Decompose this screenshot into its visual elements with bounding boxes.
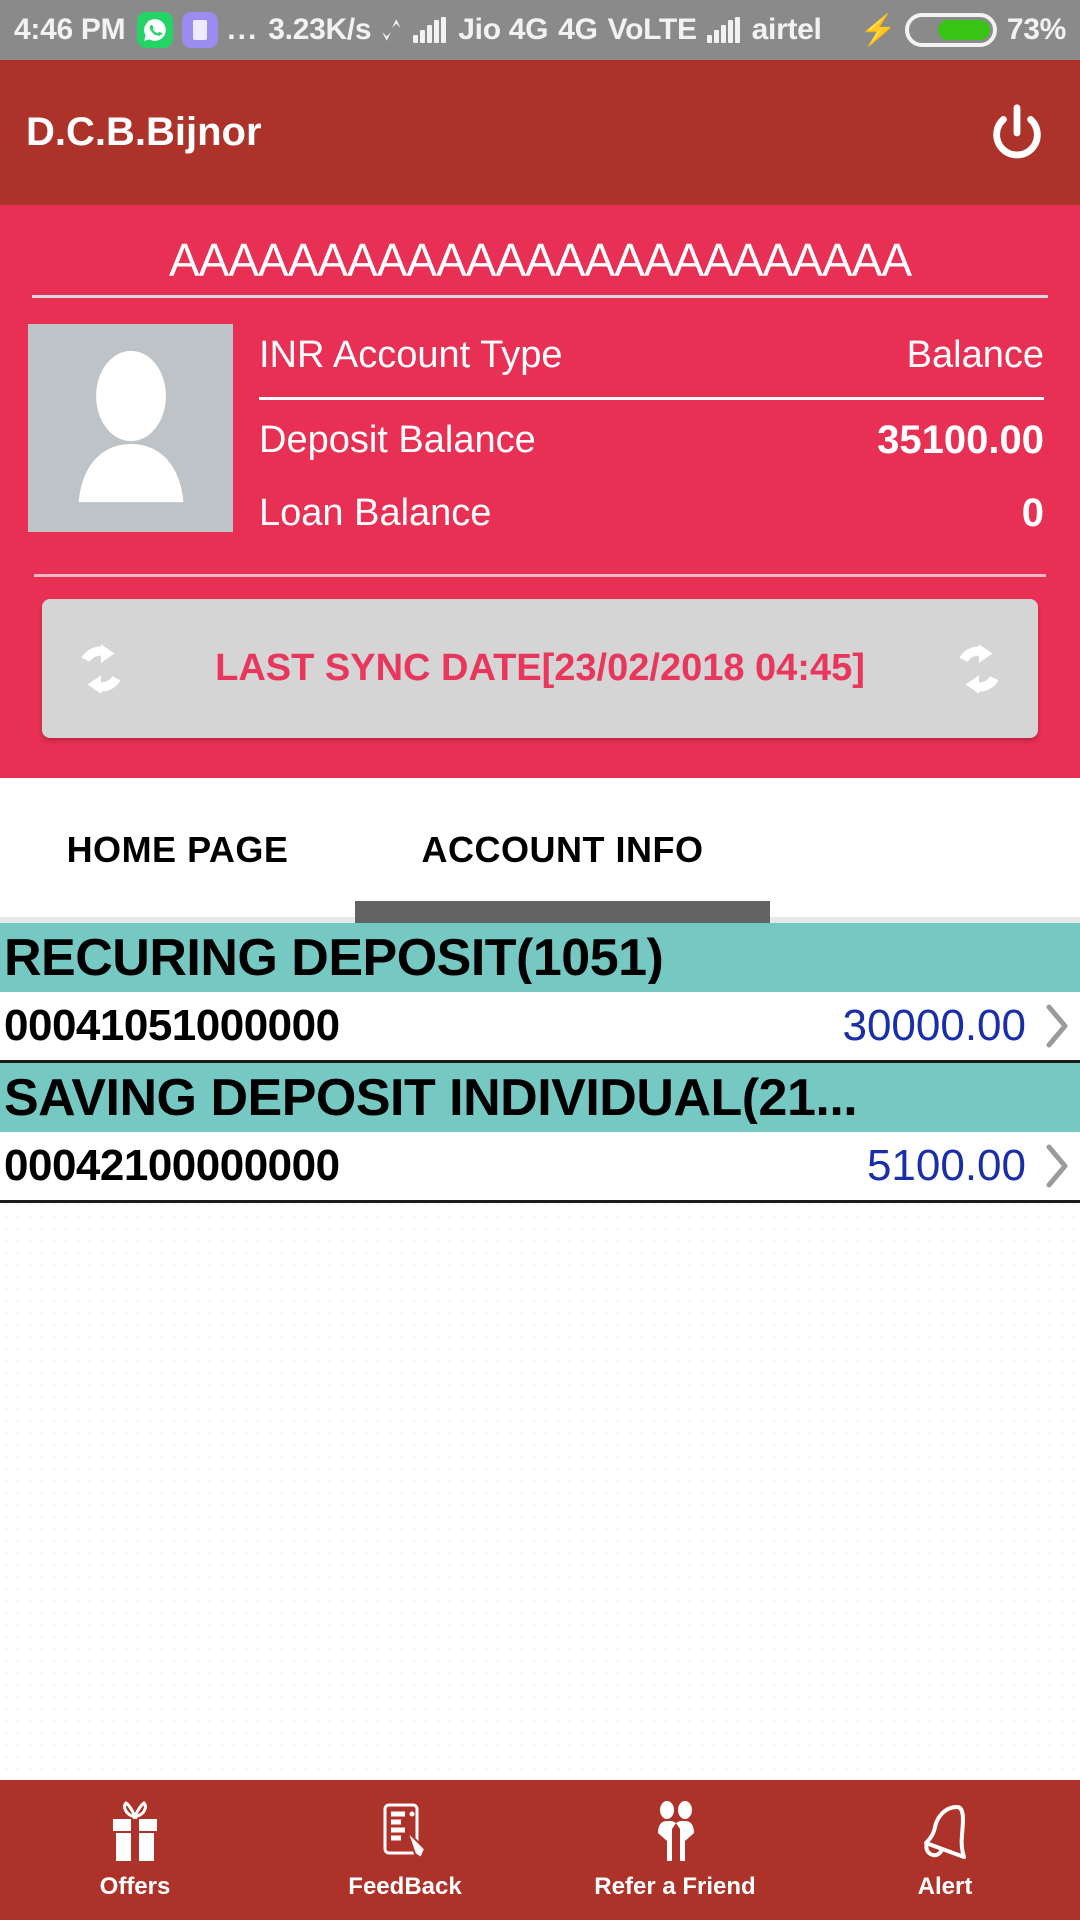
user-avatar-icon (28, 324, 233, 532)
network-type-label: 4G (558, 13, 598, 46)
loan-balance-label: Loan Balance (259, 492, 492, 534)
account-holder-name: AAAAAAAAAAAAAAAAAAAAAAAAA (168, 234, 912, 286)
nav-label-alert: Alert (917, 1873, 973, 1900)
bell-icon (915, 1799, 975, 1863)
nav-label-refer-a-friend: Refer a Friend (594, 1873, 756, 1900)
list-item[interactable]: 00042100000000 5100.00 (0, 1132, 1080, 1203)
whatsapp-icon (137, 12, 174, 48)
status-bar: 4:46 PM ... 3.23K/s Jio 4G 4G VoLTE airt… (0, 0, 1080, 60)
balance-table-header-label: INR Account Type (259, 334, 563, 376)
balance-table: INR Account Type Balance Deposit Balance… (259, 324, 1052, 550)
last-sync-button[interactable]: LAST SYNC DATE[23/02/2018 04:45] (42, 599, 1038, 738)
sim1-carrier-label: Jio 4G (458, 13, 549, 46)
page-title: D.C.B.Bijnor (26, 110, 262, 154)
tab-bar: HOME PAGE ACCOUNT INFO (0, 778, 1080, 923)
tab-selected-indicator (355, 901, 770, 923)
status-bar-time: 4:46 PM (14, 13, 126, 46)
loan-balance-value: 0 (1021, 491, 1044, 535)
refresh-icon-left[interactable] (64, 632, 138, 706)
account-list: RECURING DEPOSIT(1051) 00041051000000 30… (0, 923, 1080, 1780)
account-group-title: RECURING DEPOSIT(1051) (4, 931, 664, 984)
nav-item-feedback[interactable]: FeedBack (270, 1799, 540, 1901)
nav-item-offers[interactable]: Offers (0, 1799, 270, 1901)
balance-table-header-row: INR Account Type Balance (259, 324, 1052, 397)
deposit-balance-value: 35100.00 (877, 418, 1044, 462)
balance-info-row: INR Account Type Balance Deposit Balance… (28, 324, 1052, 550)
refresh-icon-right[interactable] (942, 632, 1016, 706)
data-transfer-arrows-icon (381, 15, 403, 45)
account-group-title: SAVING DEPOSIT INDIVIDUAL(21... (4, 1071, 858, 1124)
table-row: Loan Balance 0 (259, 477, 1052, 550)
sim2-carrier-label: airtel (751, 13, 822, 46)
account-group-header: RECURING DEPOSIT(1051) (0, 923, 1080, 992)
battery-icon (904, 13, 997, 47)
charging-bolt-icon: ⚡ (859, 13, 897, 47)
bottom-navigation-bar: Offers FeedBack Refer a Friend Alert (0, 1780, 1080, 1920)
gift-icon (105, 1799, 165, 1863)
app-bar: D.C.B.Bijnor (0, 60, 1080, 205)
chevron-right-icon[interactable] (1040, 1000, 1074, 1052)
account-group-header: SAVING DEPOSIT INDIVIDUAL(21... (0, 1063, 1080, 1132)
battery-percent-label: 73% (1006, 13, 1066, 46)
status-bar-overflow-dots: ... (227, 13, 259, 46)
purple-app-icon (182, 12, 219, 48)
network-speed: 3.23K/s (268, 13, 372, 46)
last-sync-label: LAST SYNC DATE[23/02/2018 04:45] (215, 646, 865, 689)
account-amount: 5100.00 (866, 1141, 1026, 1190)
balance-table-header-value: Balance (906, 334, 1044, 376)
list-item[interactable]: 00041051000000 30000.00 (0, 992, 1080, 1063)
profile-card: AAAAAAAAAAAAAAAAAAAAAAAAA INR Account Ty… (0, 205, 1080, 778)
chevron-right-icon[interactable] (1040, 1140, 1074, 1192)
app-root: 4:46 PM ... 3.23K/s Jio 4G 4G VoLTE airt… (0, 0, 1080, 1920)
volte-label: VoLTE (607, 13, 697, 46)
nav-label-feedback: FeedBack (348, 1873, 462, 1900)
table-row: Deposit Balance 35100.00 (259, 404, 1052, 477)
feedback-form-pencil-icon (375, 1799, 435, 1863)
nav-item-alert[interactable]: Alert (810, 1799, 1080, 1901)
deposit-balance-label: Deposit Balance (259, 419, 536, 461)
two-people-icon (645, 1799, 705, 1863)
name-divider (32, 295, 1048, 298)
sync-section: LAST SYNC DATE[23/02/2018 04:45] (28, 577, 1052, 738)
nav-item-refer-a-friend[interactable]: Refer a Friend (540, 1799, 810, 1901)
account-amount: 30000.00 (842, 1001, 1026, 1050)
account-number: 00042100000000 (4, 1141, 340, 1190)
power-icon[interactable] (980, 96, 1054, 170)
tab-home-page[interactable]: HOME PAGE (0, 829, 355, 923)
balance-table-divider (259, 397, 1044, 400)
sim2-signal-bars-icon (706, 17, 742, 43)
account-number: 00041051000000 (4, 1001, 340, 1050)
nav-label-offers: Offers (99, 1873, 171, 1900)
sim1-signal-bars-icon (413, 17, 448, 43)
